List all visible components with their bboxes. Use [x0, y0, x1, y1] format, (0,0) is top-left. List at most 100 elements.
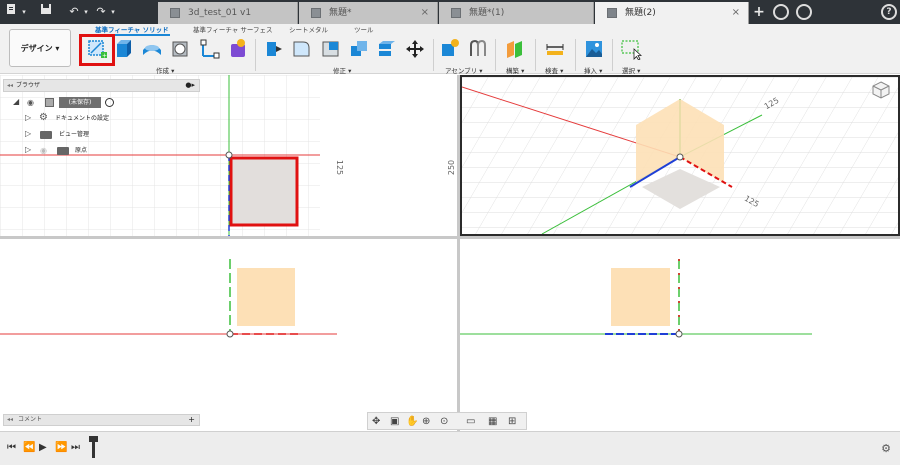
comments-panel[interactable]: ◂◂ コメント +: [3, 414, 200, 426]
step-forward-icon[interactable]: ⏩: [55, 441, 67, 455]
workspace-switcher[interactable]: デザイン ▾: [9, 29, 71, 67]
select-group-label[interactable]: 選択 ▾: [622, 65, 640, 75]
browser-item-view-management[interactable]: ▷ ビュー管理: [3, 128, 200, 141]
inspect-group-label[interactable]: 検査 ▾: [545, 65, 563, 75]
form-icon[interactable]: [227, 38, 249, 60]
expand-arrow-icon[interactable]: ▷: [25, 145, 33, 155]
offset-plane-icon[interactable]: [504, 38, 526, 60]
folder-icon: [40, 131, 52, 139]
tab-solid[interactable]: 基準フィーチャ ソリッド: [95, 24, 169, 34]
extrude-icon[interactable]: [113, 38, 135, 60]
step-back-icon[interactable]: ⏪: [23, 441, 35, 455]
help-icon[interactable]: ?: [881, 4, 897, 20]
insert-group-label[interactable]: 挿入 ▾: [584, 65, 602, 75]
hole-icon[interactable]: [170, 38, 192, 60]
expand-collapse-icon[interactable]: ◢: [13, 97, 21, 107]
fit-icon[interactable]: ⊙: [440, 415, 448, 428]
display-settings-icon[interactable]: ▭: [466, 415, 475, 428]
separator: [575, 39, 576, 71]
dimension-label: 125: [335, 159, 345, 176]
chamfer-icon[interactable]: [320, 38, 342, 60]
tab-document-3[interactable]: 無題*(1): [439, 2, 594, 24]
construct-group-label[interactable]: 構築 ▾: [506, 65, 524, 75]
app-menu-icon[interactable]: [6, 3, 16, 21]
hidden-eye-icon[interactable]: ◉: [40, 144, 47, 157]
job-status-icon[interactable]: [796, 4, 812, 20]
revolve-icon[interactable]: [141, 38, 163, 60]
move-icon[interactable]: [404, 38, 426, 60]
add-comment-icon[interactable]: +: [188, 415, 195, 425]
save-icon[interactable]: [40, 3, 52, 21]
select-icon[interactable]: [620, 38, 643, 61]
extensions-icon[interactable]: [773, 4, 789, 20]
redo-chevron-icon[interactable]: ▾: [109, 3, 117, 21]
expand-arrow-icon[interactable]: ▷: [25, 113, 33, 123]
new-component-icon[interactable]: [439, 38, 461, 60]
assemble-group-label[interactable]: アセンブリ ▾: [445, 65, 483, 75]
close-tab-icon[interactable]: ×: [421, 2, 429, 24]
tab-label: 無題(2): [625, 8, 656, 18]
undo-chevron-icon[interactable]: ▾: [82, 3, 90, 21]
viewport-iso[interactable]: 125 125: [460, 75, 900, 236]
look-at-icon[interactable]: ▣: [390, 415, 399, 428]
viewport-front[interactable]: [0, 239, 457, 431]
dropdown-chevron-icon[interactable]: ▾: [20, 3, 28, 21]
view-cube-icon[interactable]: [872, 81, 890, 99]
measure-icon[interactable]: [544, 38, 566, 60]
activate-radio-icon[interactable]: [105, 98, 114, 107]
joint-icon[interactable]: [467, 38, 489, 60]
tab-surface[interactable]: 基準フィーチャ サーフェス: [193, 24, 272, 34]
visibility-eye-icon[interactable]: ◉: [27, 96, 34, 109]
timeline-settings-gear-icon[interactable]: ⚙: [881, 442, 891, 455]
navigation-bar: ✥ ▣ ✋ ⊕ ⊙ ▭ ▦ ⊞: [367, 412, 527, 430]
tab-label: 無題*: [329, 8, 352, 18]
tab-document-2[interactable]: 無題* ×: [299, 2, 438, 24]
viewport-divider-vertical[interactable]: [457, 75, 460, 431]
construction-plane-icon[interactable]: [199, 38, 221, 60]
document-cube-icon: [170, 8, 180, 18]
modify-group-label[interactable]: 修正 ▾: [333, 65, 351, 75]
play-icon[interactable]: ▶: [39, 441, 47, 455]
collapse-panel-icon[interactable]: ●▸: [185, 80, 195, 91]
new-tab-icon[interactable]: +: [753, 3, 765, 21]
go-to-end-icon[interactable]: ⏭: [71, 441, 80, 455]
orbit-icon[interactable]: ✥: [372, 415, 380, 428]
split-body-icon[interactable]: [376, 38, 398, 60]
tab-document-active[interactable]: 無題(2) ×: [595, 2, 749, 24]
separator: [255, 39, 256, 71]
drag-handle-icon[interactable]: ◂◂: [7, 80, 13, 91]
combine-icon[interactable]: [348, 38, 370, 60]
gear-icon: ⚙: [39, 112, 48, 123]
tab-label: 3d_test_01 v1: [188, 8, 252, 18]
undo-icon[interactable]: ↶: [68, 3, 80, 21]
expand-arrow-icon[interactable]: ▷: [25, 129, 33, 139]
separator: [612, 39, 613, 71]
tab-document-1[interactable]: 3d_test_01 v1: [158, 2, 298, 24]
create-group-label[interactable]: 作成 ▾: [156, 65, 174, 75]
tab-label: 無題*(1): [469, 8, 505, 18]
close-tab-icon[interactable]: ×: [732, 2, 740, 24]
zoom-icon[interactable]: ⊕: [422, 415, 430, 428]
go-to-start-icon[interactable]: ⏮: [7, 441, 16, 455]
insert-image-icon[interactable]: [583, 38, 605, 60]
grid-settings-icon[interactable]: ▦: [488, 415, 497, 428]
pan-icon[interactable]: ✋: [406, 415, 418, 428]
press-pull-icon[interactable]: [263, 38, 285, 60]
timeline-marker[interactable]: [89, 436, 98, 458]
browser-root-node[interactable]: ◢ ◉ (未保存): [3, 96, 200, 109]
tab-tools[interactable]: ツール: [354, 24, 374, 34]
browser-item-document-settings[interactable]: ▷ ⚙ ドキュメントの設定: [3, 112, 200, 125]
folder-icon: [57, 147, 69, 155]
browser-title: ブラウザ: [16, 82, 41, 89]
viewport-right[interactable]: [460, 239, 900, 431]
browser-item-origin[interactable]: ▷ ◉ 原点: [3, 144, 200, 157]
fillet-icon[interactable]: [291, 38, 313, 60]
browser-header[interactable]: ◂◂ ブラウザ ●▸: [3, 79, 200, 92]
create-sketch-highlight: [79, 34, 115, 66]
drag-handle-icon[interactable]: ◂◂: [7, 415, 13, 425]
redo-icon[interactable]: ↷: [95, 3, 107, 21]
viewports-icon[interactable]: ⊞: [508, 415, 516, 428]
viewport-divider-horizontal[interactable]: [0, 236, 900, 239]
tab-sheet-metal[interactable]: シートメタル: [289, 24, 328, 34]
viewport-front-canvas: [0, 259, 337, 338]
